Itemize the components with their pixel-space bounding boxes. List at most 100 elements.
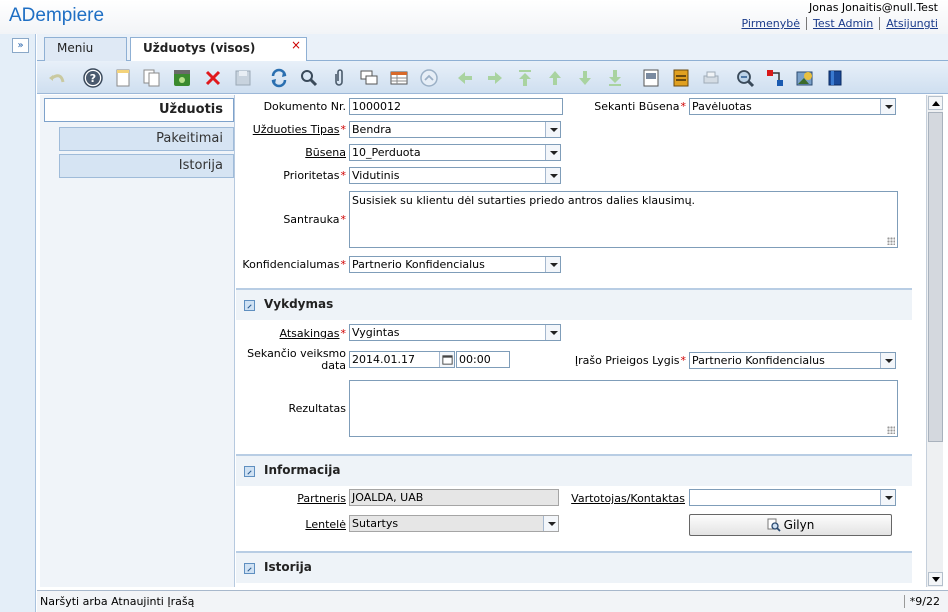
partner-field[interactable]: JOALDA, UAB: [349, 489, 559, 506]
record-form: Dokumento Nr. 1000012 Sekanti Būsena* Pa…: [236, 95, 926, 587]
parent-record-icon[interactable]: [544, 67, 566, 89]
next-action-date-label: Sekančio veiksmo data: [247, 347, 346, 372]
logout-link[interactable]: Atsijungti: [879, 17, 938, 30]
calendar-icon[interactable]: [439, 352, 454, 367]
chevron-down-icon: [545, 122, 560, 137]
drill-down-button[interactable]: Gilyn: [689, 514, 892, 536]
scroll-down-icon[interactable]: [928, 572, 943, 586]
chevron-down-icon: [880, 353, 895, 368]
process-icon[interactable]: [794, 67, 816, 89]
task-type-label: Užduoties Tipas*: [252, 123, 346, 136]
nav-item-task[interactable]: Užduotis: [44, 98, 234, 122]
task-type-select[interactable]: Bendra: [349, 121, 561, 138]
collapse-section-icon[interactable]: [244, 466, 255, 477]
history-icon[interactable]: [418, 67, 440, 89]
priority-select[interactable]: Vidutinis: [349, 167, 561, 184]
responsible-label: Atsakingas*: [279, 327, 346, 340]
form-scrollbar[interactable]: [926, 95, 943, 587]
undo-icon[interactable]: [46, 67, 68, 89]
section-information-title: Informacija: [264, 463, 341, 477]
doc-no-field[interactable]: 1000012: [349, 98, 563, 115]
zoom-icon: [767, 518, 781, 532]
report-icon[interactable]: [640, 67, 662, 89]
save-green-icon[interactable]: [171, 67, 193, 89]
next-record-icon[interactable]: [484, 67, 506, 89]
collapse-section-icon[interactable]: [244, 563, 255, 574]
grid-toggle-icon[interactable]: [388, 67, 410, 89]
section-execution-title: Vykdymas: [264, 297, 334, 311]
responsible-select[interactable]: Vygintas: [349, 324, 561, 341]
user-name: Jonas Jonaitis@null.Test: [809, 1, 938, 14]
detail-tabs-panel: Užduotis Pakeitimai Istorija: [40, 95, 235, 587]
chevron-down-icon: [545, 325, 560, 340]
scroll-up-icon[interactable]: [928, 96, 943, 110]
status-message: Naršyti arba Atnaujinti Įrašą: [40, 595, 195, 608]
result-textarea[interactable]: [349, 380, 898, 437]
workflow-icon[interactable]: [764, 67, 786, 89]
next-action-date-field[interactable]: 2014.01.17: [349, 351, 455, 368]
access-level-label: Įrašo Prieigos Lygis*: [574, 354, 686, 367]
chevron-down-icon: [880, 490, 895, 505]
close-tab-icon[interactable]: ×: [291, 35, 301, 56]
table-select[interactable]: Sutartys: [349, 515, 559, 532]
record-counter: *9/22: [903, 595, 940, 608]
detail-record-icon[interactable]: [574, 67, 596, 89]
archive-icon[interactable]: [670, 67, 692, 89]
last-record-icon[interactable]: [604, 67, 626, 89]
preferences-link[interactable]: Pirmenybė: [735, 17, 806, 30]
delete-icon[interactable]: [202, 67, 224, 89]
status-bar: Naršyti arba Atnaujinti Įrašą *9/22: [37, 590, 948, 612]
attachment-icon[interactable]: [328, 67, 350, 89]
window-tabs: Meniu (11) Užduotys (visos) ×: [37, 34, 948, 76]
tab-tasks-label: Užduotys (visos): [143, 41, 256, 55]
section-information[interactable]: Informacija: [236, 454, 912, 486]
contact-select[interactable]: [689, 489, 896, 506]
next-action-time-field[interactable]: 00:00: [456, 351, 510, 368]
chevron-down-icon: [545, 145, 560, 160]
section-history[interactable]: Istorija: [236, 551, 912, 583]
exit-icon[interactable]: [824, 67, 846, 89]
chevron-down-icon: [545, 168, 560, 183]
confidentiality-select[interactable]: Partnerio Konfidencialus: [349, 256, 561, 273]
save-icon[interactable]: [232, 67, 254, 89]
resize-grip-icon[interactable]: [887, 426, 895, 434]
refresh-icon[interactable]: [268, 67, 290, 89]
section-history-title: Istorija: [264, 560, 312, 574]
app-logo: ADempiere: [9, 5, 105, 26]
status-select[interactable]: 10_Perduota: [349, 144, 561, 161]
chat-icon[interactable]: [358, 67, 380, 89]
new-record-icon[interactable]: [112, 67, 134, 89]
zoom-across-icon[interactable]: [734, 67, 756, 89]
expand-menu-icon[interactable]: »: [12, 38, 29, 53]
tab-tasks[interactable]: Užduotys (visos) ×: [130, 37, 307, 62]
table-label: Lentelė: [305, 518, 346, 531]
app-window: ADempiere Jonas Jonaitis@null.Test Pirme…: [0, 0, 948, 612]
doc-no-label: Dokumento Nr.: [263, 100, 346, 113]
access-level-select[interactable]: Partnerio Konfidencialus: [689, 352, 896, 369]
find-icon[interactable]: [298, 67, 320, 89]
previous-record-icon[interactable]: [454, 67, 476, 89]
result-label: Rezultatas: [288, 402, 346, 415]
summary-textarea[interactable]: Susisiek su klientu dėl sutarties priedo…: [349, 191, 898, 248]
nav-item-history[interactable]: Istorija: [59, 154, 234, 178]
print-icon[interactable]: [700, 67, 722, 89]
partner-label: Partneris: [297, 492, 346, 505]
contact-label: Vartotojas/Kontaktas: [571, 492, 685, 505]
next-status-label: Sekanti Būsena*: [594, 100, 686, 113]
chevron-down-icon: [545, 257, 560, 272]
tab-menu[interactable]: Meniu (11): [44, 37, 127, 76]
nav-item-changes[interactable]: Pakeitimai: [59, 127, 234, 151]
west-panel-collapsed: [0, 34, 36, 612]
collapse-section-icon[interactable]: [244, 300, 255, 311]
first-record-icon[interactable]: [514, 67, 536, 89]
copy-record-icon[interactable]: [141, 67, 163, 89]
section-execution[interactable]: Vykdymas: [236, 288, 912, 320]
help-icon[interactable]: ?: [82, 67, 104, 89]
role-link[interactable]: Test Admin: [805, 17, 879, 30]
app-header: ADempiere Jonas Jonaitis@null.Test Pirme…: [0, 0, 948, 34]
scroll-thumb[interactable]: [928, 112, 943, 442]
resize-grip-icon[interactable]: [887, 237, 895, 245]
window-toolbar: ?: [37, 61, 948, 94]
chevron-down-icon: [880, 99, 895, 114]
next-status-select[interactable]: Pavėluotas: [689, 98, 896, 115]
